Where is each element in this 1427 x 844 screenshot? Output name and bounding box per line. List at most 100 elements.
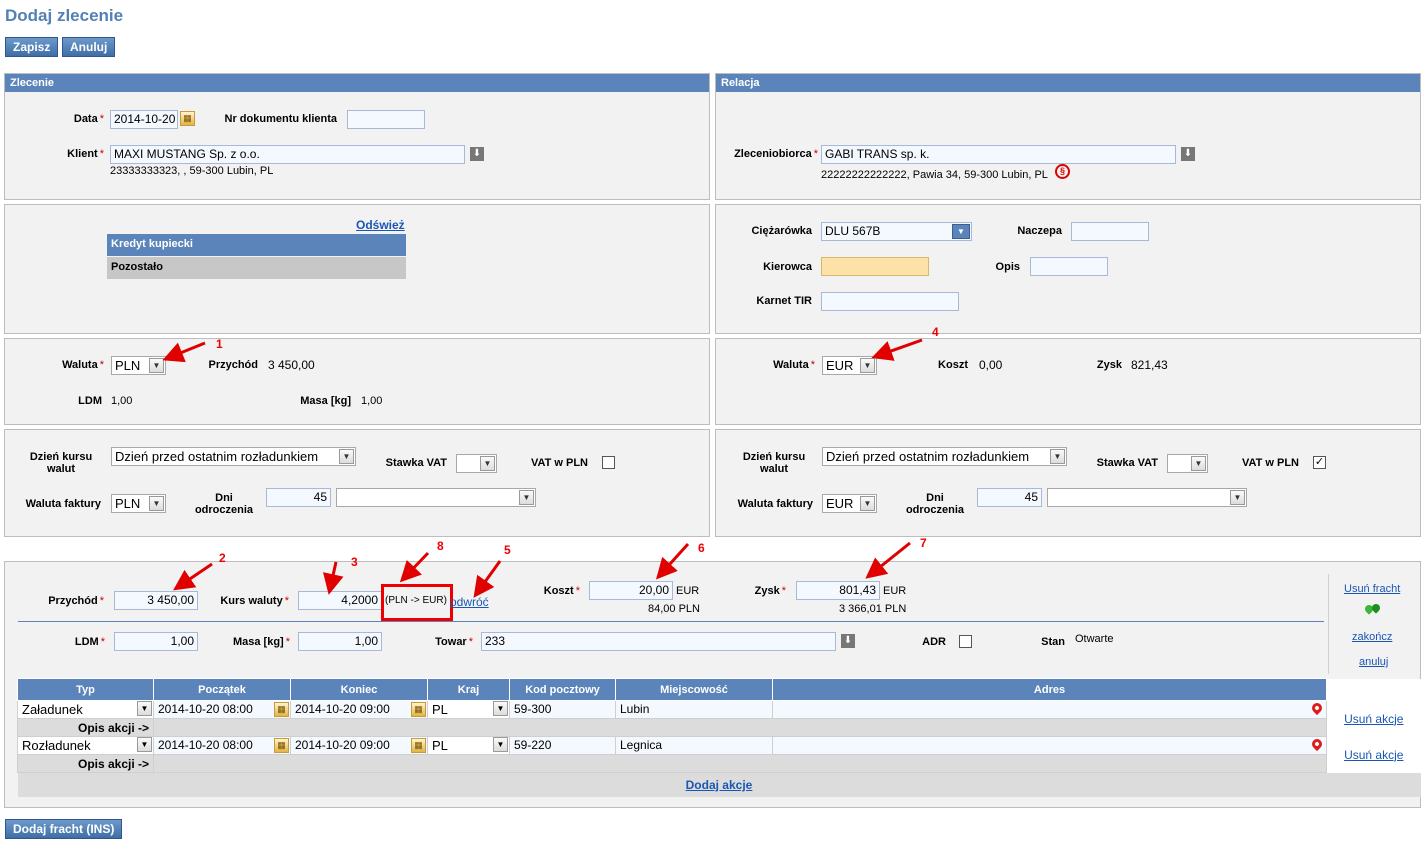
vat-select[interactable]: ▼	[1167, 454, 1208, 473]
action-desc-label: Opis akcji ->	[17, 754, 154, 773]
payment-days-input[interactable]: 45	[977, 488, 1042, 507]
client-input[interactable]: MAXI MUSTANG Sp. z o.o.	[110, 145, 465, 164]
country-select[interactable]: PL ▼	[428, 737, 509, 754]
calendar-icon[interactable]: ▦	[274, 738, 289, 753]
city-input[interactable]: Lubin	[616, 701, 772, 718]
remove-action-link[interactable]: Usuń akcje	[1344, 748, 1403, 762]
remove-action-link[interactable]: Usuń akcje	[1344, 712, 1403, 726]
adr-label: ADR	[922, 636, 946, 648]
order-panel-header: Zlecenie	[5, 74, 709, 92]
vat-pln-checkbox[interactable]: ✓	[1313, 456, 1326, 469]
right-invoice-panel	[715, 429, 1421, 537]
freight-ldm-label: LDM *	[74, 636, 105, 648]
reverse-rate-link[interactable]: odwróć	[450, 595, 489, 609]
invoice-currency-select[interactable]: EUR ▼	[822, 494, 877, 513]
calendar-icon[interactable]: ▦	[274, 702, 289, 717]
type-select[interactable]: Rozładunek ▼	[18, 737, 153, 754]
table-row: Rozładunek ▼ 2014-10-20 08:00 ▦ 2014-10-20…	[17, 736, 1421, 773]
add-action-link[interactable]: Dodaj akcje	[686, 778, 753, 792]
country-select[interactable]: PL ▼	[428, 701, 509, 718]
calendar-icon[interactable]: ▦	[180, 111, 195, 126]
contractor-info: 22222222222222, Pawia 34, 59-300 Lubin, …	[821, 169, 1048, 181]
download-arrow-icon[interactable]: ⬇	[1181, 147, 1195, 161]
left-currency-panel	[4, 338, 710, 425]
currency-select[interactable]: PLN ▼	[111, 356, 166, 375]
income-value: 3 450,00	[268, 358, 315, 372]
client-info: 23333333323, , 59-300 Lubin, PL	[110, 165, 274, 177]
col-address: Adres	[772, 678, 1327, 701]
end-input[interactable]: 2014-10-20 09:00	[291, 701, 427, 718]
income-label: Przychód	[208, 359, 258, 371]
rate-day-select[interactable]: Dzień przed ostatnim rozładunkiem ▼	[822, 447, 1067, 466]
doc-number-label: Nr dokumentu klienta	[224, 113, 337, 125]
mass-label: Masa [kg]	[300, 395, 351, 407]
freight-income-input[interactable]: 3 450,00	[114, 591, 198, 610]
freight-mass-input[interactable]: 1,00	[298, 632, 382, 651]
mass-value: 1,00	[361, 395, 383, 407]
action-desc-cell[interactable]	[153, 718, 1327, 737]
annotation-number: 6	[698, 541, 705, 555]
table-row: Opis akcji ->	[17, 754, 1421, 773]
currency-label: Waluta *	[773, 359, 815, 371]
driver-input[interactable]	[821, 257, 929, 276]
freight-mass-label: Masa [kg] *	[232, 636, 290, 648]
payment-days-label: Dni odroczenia	[194, 492, 254, 516]
tir-input[interactable]	[821, 292, 959, 311]
refresh-link[interactable]: Odśwież	[356, 218, 405, 232]
address-input[interactable]	[773, 737, 1326, 754]
client-label: Klient *	[67, 148, 104, 160]
currency-select[interactable]: EUR ▼	[822, 356, 877, 375]
cancel-freight-link[interactable]: anuluj	[1359, 656, 1388, 668]
cancel-button[interactable]: Anuluj	[62, 37, 116, 57]
exchange-rate-input[interactable]: 4,2000	[298, 591, 382, 610]
action-desc-cell[interactable]	[153, 754, 1327, 773]
vat-pln-checkbox[interactable]	[602, 456, 615, 469]
payment-terms-select[interactable]: ▼	[336, 488, 536, 507]
status-label: Stan	[1041, 636, 1065, 648]
invoice-currency-label: Waluta faktury	[25, 498, 101, 510]
freight-cost-pln: 84,00 PLN	[648, 603, 700, 615]
payment-days-input[interactable]: 45	[266, 488, 331, 507]
rate-day-select[interactable]: Dzień przed ostatnim rozładunkiem ▼	[111, 447, 356, 466]
freight-profit-input[interactable]: 801,43	[796, 581, 880, 600]
download-arrow-icon[interactable]: ⬇	[470, 147, 484, 161]
desc-label: Opis	[995, 261, 1020, 273]
postal-input[interactable]: 59-220	[510, 737, 615, 754]
freight-ldm-input[interactable]: 1,00	[114, 632, 198, 651]
download-arrow-icon[interactable]: ⬇	[841, 634, 855, 648]
truck-select[interactable]: DLU 567B ▼	[821, 222, 972, 241]
desc-input[interactable]	[1030, 257, 1108, 276]
left-invoice-panel	[4, 429, 710, 537]
right-currency-panel	[715, 338, 1421, 425]
date-input[interactable]: 2014-10-20	[110, 110, 178, 129]
trailer-input[interactable]	[1071, 222, 1149, 241]
freight-cost-input[interactable]: 20,00	[589, 581, 673, 600]
order-panel: Zlecenie	[4, 73, 710, 200]
postal-input[interactable]: 59-300	[510, 701, 615, 718]
calendar-icon[interactable]: ▦	[411, 738, 426, 753]
start-input[interactable]: 2014-10-20 08:00	[154, 737, 290, 754]
add-freight-button[interactable]: Dodaj fracht (INS)	[5, 819, 123, 839]
end-input[interactable]: 2014-10-20 09:00	[291, 737, 427, 754]
finish-link[interactable]: zakończ	[1352, 631, 1392, 643]
vat-select[interactable]: ▼	[456, 454, 497, 473]
trailer-label: Naczepa	[1017, 225, 1062, 237]
save-button[interactable]: Zapisz	[5, 37, 59, 57]
paragraph-icon[interactable]: §	[1055, 164, 1070, 179]
calendar-icon[interactable]: ▦	[411, 702, 426, 717]
type-select[interactable]: Załadunek ▼	[18, 701, 153, 718]
invoice-currency-select[interactable]: PLN ▼	[111, 494, 166, 513]
doc-number-input[interactable]	[347, 110, 425, 129]
remove-freight-link[interactable]: Usuń fracht	[1344, 583, 1400, 595]
contractor-input[interactable]: GABI TRANS sp. k.	[821, 145, 1176, 164]
add-action-row: Dodaj akcje	[17, 772, 1421, 797]
contractor-label: Zleceniobiorca *	[734, 148, 818, 160]
payment-terms-select[interactable]: ▼	[1047, 488, 1247, 507]
address-input[interactable]	[773, 701, 1326, 718]
city-input[interactable]: Legnica	[616, 737, 772, 754]
relation-panel-header: Relacja	[716, 74, 1420, 92]
adr-checkbox[interactable]	[959, 635, 972, 648]
col-type: Typ	[17, 678, 154, 701]
goods-input[interactable]: 233	[481, 632, 836, 651]
start-input[interactable]: 2014-10-20 08:00	[154, 701, 290, 718]
